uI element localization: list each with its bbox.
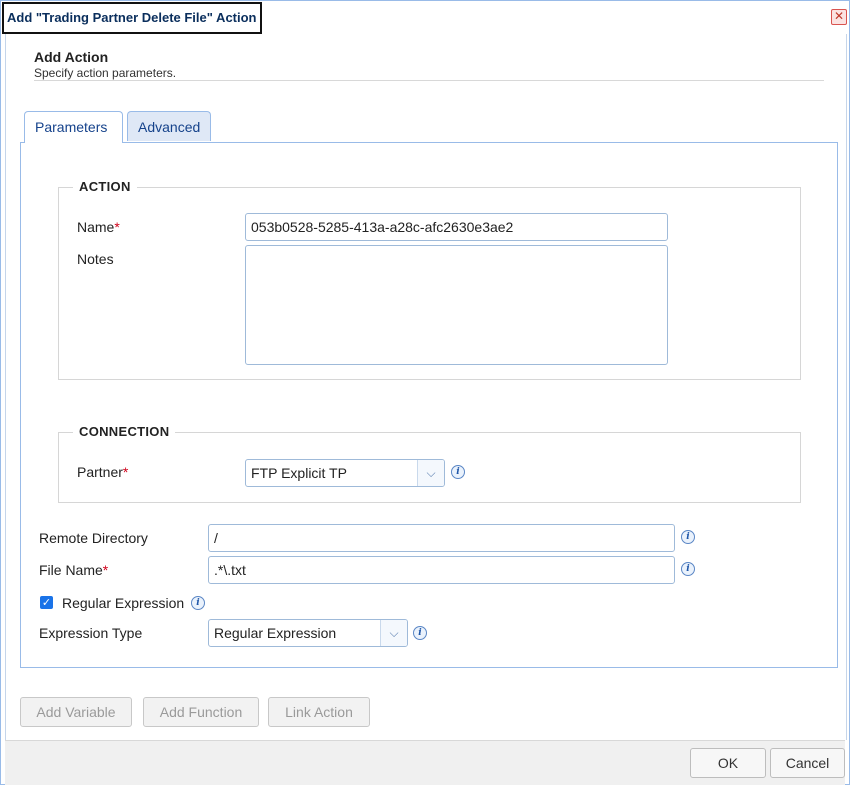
cancel-button[interactable]: Cancel (770, 748, 845, 778)
info-icon[interactable]: i (191, 596, 205, 610)
partner-label-text: Partner (77, 464, 123, 480)
chevron-down-icon[interactable]: ⌵ (380, 620, 407, 646)
link-action-button[interactable]: Link Action (268, 697, 370, 727)
info-icon[interactable]: i (681, 530, 695, 544)
header-divider (34, 80, 824, 81)
expression-type-value: Regular Expression (214, 625, 337, 641)
file-name-label: File Name* (39, 562, 108, 578)
add-function-button[interactable]: Add Function (143, 697, 259, 727)
dialog-title: Add "Trading Partner Delete File" Action (2, 2, 262, 34)
regular-expression-checkbox[interactable]: ✓ (40, 596, 53, 609)
connection-legend: CONNECTION (73, 424, 176, 439)
add-variable-button[interactable]: Add Variable (20, 697, 132, 727)
notes-label: Notes (77, 251, 114, 267)
partner-label: Partner* (77, 464, 128, 480)
ok-button[interactable]: OK (690, 748, 766, 778)
name-input[interactable]: 053b0528-5285-413a-a28c-afc2630e3ae2 (245, 213, 668, 241)
parameters-panel: ACTION Name* 053b0528-5285-413a-a28c-afc… (20, 142, 838, 668)
tab-advanced[interactable]: Advanced (127, 111, 211, 141)
info-icon[interactable]: i (413, 626, 427, 640)
dialog-body: Add Action Specify action parameters. Pa… (5, 34, 847, 740)
regular-expression-label[interactable]: Regular Expression (62, 595, 184, 611)
section-title: Add Action (34, 49, 109, 65)
expression-type-label: Expression Type (39, 625, 143, 641)
name-label-text: Name (77, 219, 115, 235)
dialog-footer: OK Cancel (5, 740, 845, 785)
action-legend: ACTION (73, 179, 137, 194)
required-marker: * (122, 464, 129, 480)
file-name-input[interactable]: .*\.txt (208, 556, 675, 584)
required-marker: * (114, 219, 120, 235)
name-label: Name* (77, 219, 120, 235)
section-subtitle: Specify action parameters. (34, 66, 177, 80)
dialog-window: Add "Trading Partner Delete File" Action… (0, 0, 850, 785)
file-name-label-text: File Name (39, 562, 103, 578)
required-marker: * (102, 562, 109, 578)
tab-parameters[interactable]: Parameters (24, 111, 123, 143)
remote-directory-input[interactable]: / (208, 524, 675, 552)
remote-directory-label: Remote Directory (39, 530, 148, 546)
info-icon[interactable]: i (451, 465, 465, 479)
title-bar[interactable]: Add "Trading Partner Delete File" Action… (1, 1, 849, 34)
chevron-down-icon[interactable]: ⌵ (417, 460, 444, 486)
partner-combobox[interactable]: FTP Explicit TP ⌵ (245, 459, 445, 487)
info-icon[interactable]: i (681, 562, 695, 576)
expression-type-combobox[interactable]: Regular Expression ⌵ (208, 619, 408, 647)
partner-combobox-value: FTP Explicit TP (251, 465, 347, 481)
notes-textarea[interactable] (245, 245, 668, 365)
close-icon[interactable]: ✕ (831, 9, 847, 25)
